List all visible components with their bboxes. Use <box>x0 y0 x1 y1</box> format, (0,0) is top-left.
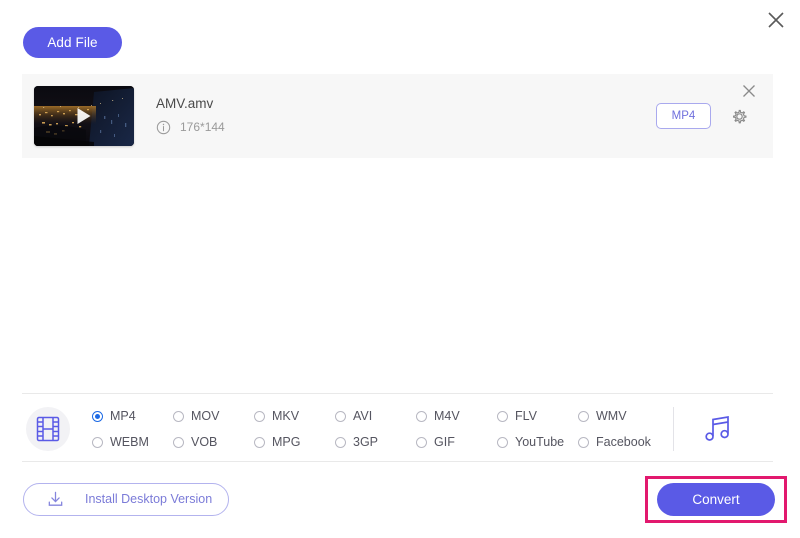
format-option-label: MP4 <box>110 408 136 423</box>
format-option-label: M4V <box>434 408 460 423</box>
format-option-label: AVI <box>353 408 373 423</box>
file-output-format-chip[interactable]: MP4 <box>656 103 711 129</box>
format-option-label: MPG <box>272 434 301 449</box>
format-option-flv[interactable]: FLV <box>497 410 578 423</box>
info-circle-icon[interactable] <box>156 120 171 135</box>
format-option-label: FLV <box>515 408 537 423</box>
install-desktop-version-button[interactable]: Install Desktop Version <box>23 483 229 516</box>
format-option-youtube[interactable]: YouTube <box>497 436 578 449</box>
format-option-label: YouTube <box>515 434 565 449</box>
radio-indicator <box>578 410 589 422</box>
music-note-icon <box>705 415 729 441</box>
format-option-webm[interactable]: WEBM <box>92 436 173 449</box>
radio-indicator <box>92 436 103 448</box>
format-option-label: Facebook <box>596 434 651 449</box>
format-option-label: 3GP <box>353 434 379 449</box>
file-dimension-row: 176*144 <box>156 120 656 135</box>
file-thumbnail[interactable] <box>34 86 134 146</box>
format-option-label: WEBM <box>110 434 149 449</box>
format-option-mov[interactable]: MOV <box>173 410 254 423</box>
radio-indicator <box>335 436 346 448</box>
radio-indicator <box>92 410 103 422</box>
audio-format-tab[interactable] <box>698 409 738 449</box>
window-close-button[interactable] <box>756 0 796 40</box>
format-option-facebook[interactable]: Facebook <box>578 436 659 449</box>
format-option-wmv[interactable]: WMV <box>578 410 659 423</box>
radio-indicator <box>497 436 508 448</box>
format-bottom-divider <box>22 461 773 462</box>
convert-button[interactable]: Convert <box>657 483 775 516</box>
radio-indicator <box>254 436 265 448</box>
file-remove-button[interactable] <box>739 81 759 101</box>
play-triangle-icon <box>77 108 91 124</box>
film-strip-icon <box>36 416 60 442</box>
radio-indicator <box>416 410 427 422</box>
format-option-mp4[interactable]: MP4 <box>92 410 173 423</box>
file-row[interactable]: AMV.amv 176*144 MP4 <box>22 74 773 158</box>
file-meta: AMV.amv 176*144 <box>156 97 656 135</box>
format-option-3gp[interactable]: 3GP <box>335 436 416 449</box>
format-option-m4v[interactable]: M4V <box>416 410 497 423</box>
format-top-divider <box>22 393 773 394</box>
format-option-mpg[interactable]: MPG <box>254 436 335 449</box>
format-radio-grid: MP4 MOV MKV AVI M4V FLV WMV WEBM VOB MPG… <box>92 403 659 455</box>
format-option-gif[interactable]: GIF <box>416 436 497 449</box>
add-file-button[interactable]: Add File <box>23 27 122 58</box>
close-icon <box>768 12 784 28</box>
radio-indicator <box>254 410 265 422</box>
format-option-label: WMV <box>596 408 627 423</box>
file-list: AMV.amv 176*144 MP4 <box>22 74 773 158</box>
video-converter-window: Add File AMV.amv 176*144 MP4 MP4 MOV MKV… <box>0 0 800 538</box>
format-option-label: GIF <box>434 434 455 449</box>
install-desktop-version-label: Install Desktop Version <box>85 492 213 507</box>
format-option-vob[interactable]: VOB <box>173 436 254 449</box>
format-option-label: MKV <box>272 408 300 423</box>
format-option-mkv[interactable]: MKV <box>254 410 335 423</box>
radio-indicator <box>173 436 184 448</box>
format-option-label: MOV <box>191 408 220 423</box>
file-settings-button[interactable] <box>727 104 751 128</box>
file-name: AMV.amv <box>156 96 214 112</box>
radio-indicator <box>416 436 427 448</box>
download-icon <box>46 490 65 509</box>
gear-icon <box>732 109 747 123</box>
close-icon <box>743 85 755 97</box>
video-format-tab[interactable] <box>26 407 70 451</box>
format-option-label: VOB <box>191 434 218 449</box>
radio-indicator <box>497 410 508 422</box>
format-section-separator <box>673 407 674 451</box>
radio-indicator <box>578 436 589 448</box>
file-dimensions: 176*144 <box>180 120 225 135</box>
format-selector: MP4 MOV MKV AVI M4V FLV WMV WEBM VOB MPG… <box>22 400 773 458</box>
format-option-avi[interactable]: AVI <box>335 410 416 423</box>
radio-indicator <box>173 410 184 422</box>
radio-indicator <box>335 410 346 422</box>
